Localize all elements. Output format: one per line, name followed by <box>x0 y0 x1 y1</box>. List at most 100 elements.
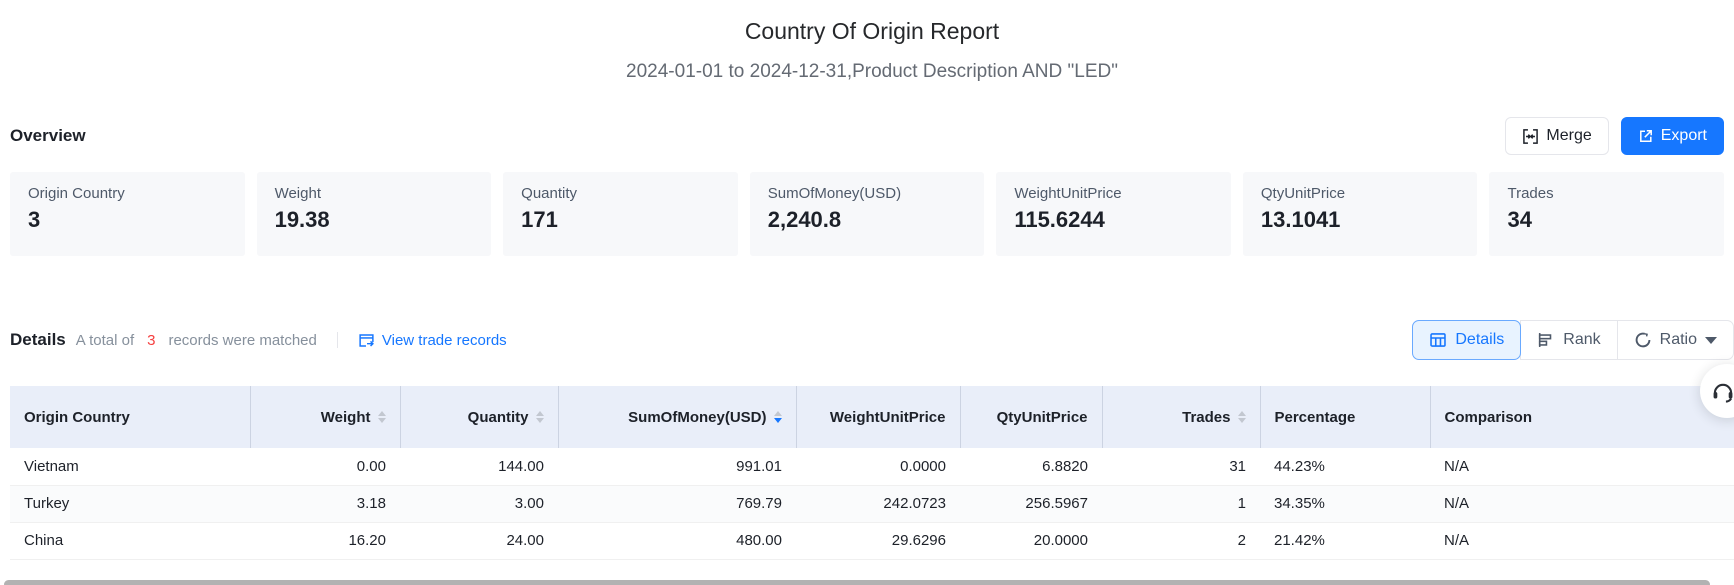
sort-icon[interactable] <box>536 411 544 423</box>
sort-icon-descending-active[interactable] <box>774 411 782 423</box>
page-title: Country Of Origin Report <box>10 14 1734 48</box>
cell-percentage: 34.35% <box>1260 485 1430 522</box>
sort-icon[interactable] <box>378 411 386 423</box>
rank-bars-icon <box>1537 331 1555 349</box>
view-mode-switcher: Details Rank Ratio <box>1412 320 1734 360</box>
chevron-down-icon <box>1705 337 1717 344</box>
column-header-quantity[interactable]: Quantity <box>400 386 558 448</box>
stat-card-quantity: Quantity 171 <box>503 172 738 256</box>
overview-cards: Origin Country 3 Weight 19.38 Quantity 1… <box>10 172 1734 256</box>
column-header-weight-unit-price: WeightUnitPrice <box>796 386 960 448</box>
cell-weight: 16.20 <box>250 522 400 559</box>
column-header-trades[interactable]: Trades <box>1102 386 1260 448</box>
horizontal-scrollbar[interactable] <box>4 580 1710 585</box>
details-table: Origin Country Weight Quantity SumOfMone… <box>10 386 1734 560</box>
column-header-percentage: Percentage <box>1260 386 1430 448</box>
export-button-label: Export <box>1661 127 1707 145</box>
stat-card-sum-of-money: SumOfMoney(USD) 2,240.8 <box>750 172 985 256</box>
merge-icon <box>1522 128 1539 145</box>
stat-label: Trades <box>1507 185 1706 202</box>
cell-trades: 1 <box>1102 485 1260 522</box>
details-summary: Details A total of 3 records were matche… <box>10 330 507 350</box>
cell-sum-of-money: 480.00 <box>558 522 796 559</box>
overview-heading: Overview <box>10 126 86 146</box>
cell-origin-country: Vietnam <box>10 448 250 485</box>
table-row-vietnam[interactable]: Vietnam 0.00 144.00 991.01 0.0000 6.8820… <box>10 448 1734 485</box>
stat-value: 3 <box>28 207 227 233</box>
stat-value: 34 <box>1507 207 1706 233</box>
cell-weight-unit-price: 0.0000 <box>796 448 960 485</box>
stat-card-weight: Weight 19.38 <box>257 172 492 256</box>
cell-percentage: 44.23% <box>1260 448 1430 485</box>
cell-percentage: 21.42% <box>1260 522 1430 559</box>
column-label: Quantity <box>468 409 529 426</box>
stat-value: 115.6244 <box>1014 207 1213 233</box>
cell-sum-of-money: 991.01 <box>558 448 796 485</box>
cell-weight: 0.00 <box>250 448 400 485</box>
stat-label: Quantity <box>521 185 720 202</box>
column-header-sum-of-money[interactable]: SumOfMoney(USD) <box>558 386 796 448</box>
stat-card-origin-country: Origin Country 3 <box>10 172 245 256</box>
stat-card-weight-unit-price: WeightUnitPrice 115.6244 <box>996 172 1231 256</box>
view-mode-ratio[interactable]: Ratio <box>1617 320 1734 360</box>
cell-comparison: N/A <box>1430 485 1734 522</box>
cell-trades: 2 <box>1102 522 1260 559</box>
cell-weight-unit-price: 29.6296 <box>796 522 960 559</box>
report-filter-subtitle: 2024-01-01 to 2024-12-31,Product Descrip… <box>10 58 1734 86</box>
cell-sum-of-money: 769.79 <box>558 485 796 522</box>
table-row-china[interactable]: China 16.20 24.00 480.00 29.6296 20.0000… <box>10 522 1734 559</box>
column-header-qty-unit-price: QtyUnitPrice <box>960 386 1102 448</box>
cell-trades: 31 <box>1102 448 1260 485</box>
table-header-row: Origin Country Weight Quantity SumOfMone… <box>10 386 1734 448</box>
overview-toolbar: Overview Merge Export <box>10 116 1734 156</box>
export-button[interactable]: Export <box>1621 117 1724 155</box>
column-label: SumOfMoney(USD) <box>628 409 766 426</box>
cell-comparison: N/A <box>1430 448 1734 485</box>
details-header-row: Details A total of 3 records were matche… <box>10 318 1734 362</box>
column-header-origin-country: Origin Country <box>10 386 250 448</box>
view-trade-records-link[interactable]: View trade records <box>358 332 507 349</box>
cell-qty-unit-price: 256.5967 <box>960 485 1102 522</box>
stat-card-qty-unit-price: QtyUnitPrice 13.1041 <box>1243 172 1478 256</box>
view-trade-records-label: View trade records <box>382 332 507 349</box>
view-mode-details[interactable]: Details <box>1412 320 1521 360</box>
cell-comparison: N/A <box>1430 522 1734 559</box>
cell-quantity: 144.00 <box>400 448 558 485</box>
stat-label: Origin Country <box>28 185 227 202</box>
stat-value: 171 <box>521 207 720 233</box>
view-mode-label: Ratio <box>1660 331 1697 349</box>
cell-weight: 3.18 <box>250 485 400 522</box>
stat-value: 2,240.8 <box>768 207 967 233</box>
cell-origin-country: China <box>10 522 250 559</box>
stat-label: SumOfMoney(USD) <box>768 185 967 202</box>
cell-quantity: 3.00 <box>400 485 558 522</box>
column-header-weight[interactable]: Weight <box>250 386 400 448</box>
vertical-divider <box>337 332 338 348</box>
table-grid-icon <box>1429 331 1447 349</box>
column-label: QtyUnitPrice <box>997 409 1088 426</box>
column-header-comparison: Comparison <box>1430 386 1734 448</box>
column-label: Origin Country <box>24 409 130 426</box>
column-label: Weight <box>321 409 371 426</box>
summary-suffix: records were matched <box>168 332 316 349</box>
cell-quantity: 24.00 <box>400 522 558 559</box>
trade-records-window-icon <box>358 332 375 349</box>
table-row-turkey[interactable]: Turkey 3.18 3.00 769.79 242.0723 256.596… <box>10 485 1734 522</box>
stat-label: QtyUnitPrice <box>1261 185 1460 202</box>
cell-qty-unit-price: 20.0000 <box>960 522 1102 559</box>
stat-value: 13.1041 <box>1261 207 1460 233</box>
view-mode-rank[interactable]: Rank <box>1520 320 1617 360</box>
summary-prefix: A total of <box>76 332 134 349</box>
view-mode-label: Rank <box>1563 331 1600 349</box>
cell-weight-unit-price: 242.0723 <box>796 485 960 522</box>
headset-icon <box>1710 378 1734 404</box>
column-label: Comparison <box>1445 409 1533 426</box>
stat-value: 19.38 <box>275 207 474 233</box>
column-label: Percentage <box>1275 409 1356 426</box>
stat-card-trades: Trades 34 <box>1489 172 1724 256</box>
column-label: Trades <box>1182 409 1230 426</box>
cell-qty-unit-price: 6.8820 <box>960 448 1102 485</box>
toolbar-buttons: Merge Export <box>1505 117 1724 155</box>
sort-icon[interactable] <box>1238 411 1246 423</box>
merge-button[interactable]: Merge <box>1505 117 1608 155</box>
